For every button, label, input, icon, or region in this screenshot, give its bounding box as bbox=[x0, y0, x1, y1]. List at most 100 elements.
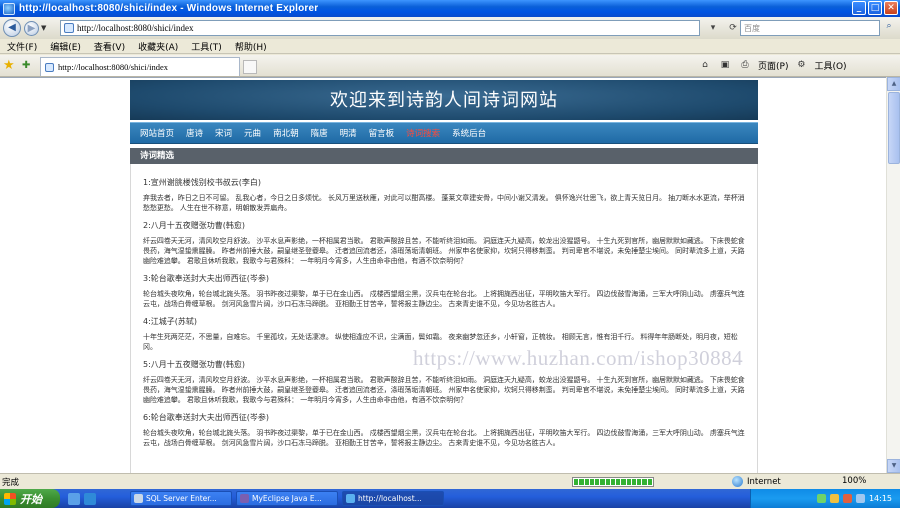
poem-title[interactable]: 1:宣州谢朓楼饯别校书叔云(李白) bbox=[143, 177, 745, 188]
progress-bar bbox=[572, 477, 654, 487]
feeds-icon[interactable]: ▣ bbox=[718, 58, 732, 72]
poem-text: 轮台城头夜吹角，轮台城北旄头落。 羽书昨夜过渠黎，单于已在金山西。 戍楼西望烟尘… bbox=[143, 429, 745, 447]
window-title: http://localhost:8080/shici/index - Wind… bbox=[19, 3, 319, 14]
zone-label: Internet bbox=[747, 476, 781, 487]
close-button[interactable]: ✕ bbox=[884, 1, 898, 15]
sql-server-icon bbox=[134, 494, 143, 503]
address-url[interactable]: http://localhost:8080/shici/index bbox=[77, 23, 194, 33]
nav-home[interactable]: 网站首页 bbox=[140, 127, 174, 139]
address-field[interactable]: http://localhost:8080/shici/index bbox=[60, 20, 700, 36]
start-label: 开始 bbox=[20, 492, 42, 506]
search-icon[interactable]: ⌕ bbox=[882, 21, 896, 35]
poem-title[interactable]: 6:轮台歌奉送封大夫出师西征(岑参) bbox=[143, 412, 745, 423]
back-button[interactable]: ◀ bbox=[3, 19, 21, 37]
menu-bar: 文件(F) 编辑(E) 查看(V) 收藏夹(A) 工具(T) 帮助(H) bbox=[0, 39, 900, 54]
ie-icon bbox=[3, 2, 15, 15]
tools-gear-icon[interactable]: ⚙ bbox=[794, 58, 808, 72]
site-nav: 网站首页 唐诗 宋词 元曲 南北朝 隋唐 明清 留言板 诗词搜索 系统后台 bbox=[130, 122, 758, 144]
menu-favorites[interactable]: 收藏夹(A) bbox=[131, 40, 184, 53]
section-title: 诗词精选 bbox=[130, 148, 758, 164]
list-item: 3:轮台歌奉送封大夫出师西征(岑参) 轮台城头夜吹角，轮台城北旄头落。 羽书昨夜… bbox=[143, 273, 745, 309]
vertical-scrollbar[interactable]: ▲ ▼ bbox=[886, 77, 900, 473]
taskbar: 开始 SQL Server Enter... MyEclipse Java E.… bbox=[0, 489, 900, 508]
taskbar-item-ie[interactable]: http://localhost... bbox=[342, 491, 444, 506]
volume-icon[interactable] bbox=[829, 494, 839, 503]
list-item: 2:八月十五夜赠张功曹(韩愈) 纤云四卷天无河，清风吹空月舒波。 沙平水息声影绝… bbox=[143, 220, 745, 266]
nav-sui-tang[interactable]: 隋唐 bbox=[311, 127, 328, 139]
scroll-up-icon[interactable]: ▲ bbox=[887, 77, 900, 91]
scroll-down-icon[interactable]: ▼ bbox=[887, 459, 900, 473]
menu-edit[interactable]: 编辑(E) bbox=[43, 40, 87, 53]
ie-task-icon bbox=[346, 494, 355, 503]
start-button[interactable]: 开始 bbox=[0, 489, 60, 508]
list-item: 1:宣州谢朓楼饯别校书叔云(李白) 弃我去者，昨日之日不可留。 乱我心者，今日之… bbox=[143, 177, 745, 213]
nav-song-ci[interactable]: 宋词 bbox=[215, 127, 232, 139]
favorites-star-icon[interactable]: ★ bbox=[3, 59, 15, 72]
nav-poem-search[interactable]: 诗词搜索 bbox=[406, 127, 440, 139]
myeclipse-icon bbox=[240, 494, 249, 503]
watermark-text: https://www.huzhan.com/ishop30884 bbox=[413, 346, 744, 370]
tools-menu-button[interactable]: 工具(O) bbox=[814, 59, 846, 72]
window-title-bar[interactable]: http://localhost:8080/shici/index - Wind… bbox=[0, 0, 900, 17]
recent-pages-dropdown-icon[interactable]: ▼ bbox=[41, 24, 46, 32]
poem-list: 1:宣州谢朓楼饯别校书叔云(李白) 弃我去者，昨日之日不可留。 乱我心者，今日之… bbox=[130, 164, 758, 473]
poem-title[interactable]: 2:八月十五夜赠张功曹(韩愈) bbox=[143, 220, 745, 231]
command-bar: ⌂ ▣ ⎙ 页面(P) ⚙ 工具(O) bbox=[698, 58, 846, 72]
poem-text: 纤云四卷天无河，清风吹空月舒波。 沙平水息声影绝，一杯相属君当歌。 君歌声酸辞且… bbox=[143, 237, 745, 265]
scroll-thumb[interactable] bbox=[888, 92, 900, 164]
globe-icon bbox=[732, 476, 743, 487]
add-favorites-icon[interactable]: ✚ bbox=[22, 60, 30, 71]
taskbar-item-sql-server[interactable]: SQL Server Enter... bbox=[130, 491, 232, 506]
minimize-button[interactable]: _ bbox=[852, 1, 866, 15]
nav-tang-poetry[interactable]: 唐诗 bbox=[186, 127, 203, 139]
address-toolbar: ◀ ▶ ▼ http://localhost:8080/shici/index … bbox=[0, 17, 900, 39]
menu-tools[interactable]: 工具(T) bbox=[184, 40, 228, 53]
windows-logo-icon bbox=[4, 492, 16, 505]
network-icon[interactable] bbox=[816, 494, 826, 503]
system-tray: 14:15 bbox=[750, 489, 900, 508]
window-controls: _ □ ✕ bbox=[852, 1, 898, 15]
browser-tab[interactable]: http://localhost:8080/shici/index bbox=[40, 57, 240, 76]
tab-label: http://localhost:8080/shici/index bbox=[58, 62, 169, 72]
address-dropdown-icon[interactable]: ▾ bbox=[706, 21, 720, 35]
maximize-button[interactable]: □ bbox=[868, 1, 882, 15]
poem-title[interactable]: 4:江城子(苏轼) bbox=[143, 316, 745, 327]
poem-title[interactable]: 3:轮台歌奉送封大夫出师西征(岑参) bbox=[143, 273, 745, 284]
desktop-icon[interactable] bbox=[68, 492, 80, 505]
security-zone[interactable]: Internet bbox=[732, 476, 781, 487]
forward-button[interactable]: ▶ bbox=[24, 20, 39, 36]
page-icon bbox=[64, 23, 74, 33]
nav-nanbei-dynasty[interactable]: 南北朝 bbox=[273, 127, 299, 139]
refresh-icon[interactable]: ⟳ bbox=[726, 21, 740, 35]
poem-text: 弃我去者，昨日之日不可留。 乱我心者，今日之日多烦忧。 长风万里送秋雁，对此可以… bbox=[143, 194, 745, 212]
page-menu-button[interactable]: 页面(P) bbox=[758, 59, 788, 72]
quick-launch bbox=[68, 492, 96, 505]
site-banner: 欢迎来到诗韵人间诗词网站 bbox=[130, 80, 758, 120]
home-icon[interactable]: ⌂ bbox=[698, 58, 712, 72]
new-tab-button[interactable] bbox=[243, 60, 257, 74]
site-container: 欢迎来到诗韵人间诗词网站 网站首页 唐诗 宋词 元曲 南北朝 隋唐 明清 留言板… bbox=[130, 80, 758, 473]
tab-bar: ★ ✚ http://localhost:8080/shici/index ⌂ … bbox=[0, 55, 900, 77]
menu-help[interactable]: 帮助(H) bbox=[228, 40, 273, 53]
status-bar: 完成 Internet 100% bbox=[0, 473, 900, 489]
zoom-level[interactable]: 100% bbox=[842, 476, 866, 486]
tray-app-icon[interactable] bbox=[842, 494, 852, 503]
nav-yuan-qu[interactable]: 元曲 bbox=[244, 127, 261, 139]
menu-file[interactable]: 文件(F) bbox=[0, 40, 43, 53]
ie-quicklaunch-icon[interactable] bbox=[84, 492, 96, 505]
task-label: SQL Server Enter... bbox=[146, 494, 217, 503]
taskbar-item-myeclipse[interactable]: MyEclipse Java E... bbox=[236, 491, 338, 506]
nav-ming-qing[interactable]: 明清 bbox=[340, 127, 357, 139]
menu-view[interactable]: 查看(V) bbox=[87, 40, 131, 53]
task-label: http://localhost... bbox=[358, 494, 422, 503]
list-item: 6:轮台歌奉送封大夫出师西征(岑参) 轮台城头夜吹角，轮台城北旄头落。 羽书昨夜… bbox=[143, 412, 745, 448]
poem-text: 轮台城头夜吹角，轮台城北旄头落。 羽书昨夜过渠黎，单于已在金山西。 戍楼西望烟尘… bbox=[143, 290, 745, 308]
nav-message-board[interactable]: 留言板 bbox=[369, 127, 395, 139]
print-icon[interactable]: ⎙ bbox=[738, 58, 752, 72]
status-text: 完成 bbox=[2, 477, 20, 488]
page-viewport: 欢迎来到诗韵人间诗词网站 网站首页 唐诗 宋词 元曲 南北朝 隋唐 明清 留言板… bbox=[0, 77, 900, 473]
search-input[interactable]: 百度 bbox=[740, 20, 880, 36]
clock[interactable]: 14:15 bbox=[869, 494, 892, 503]
nav-admin[interactable]: 系统后台 bbox=[452, 127, 486, 139]
tray-app-icon-2[interactable] bbox=[855, 494, 865, 503]
